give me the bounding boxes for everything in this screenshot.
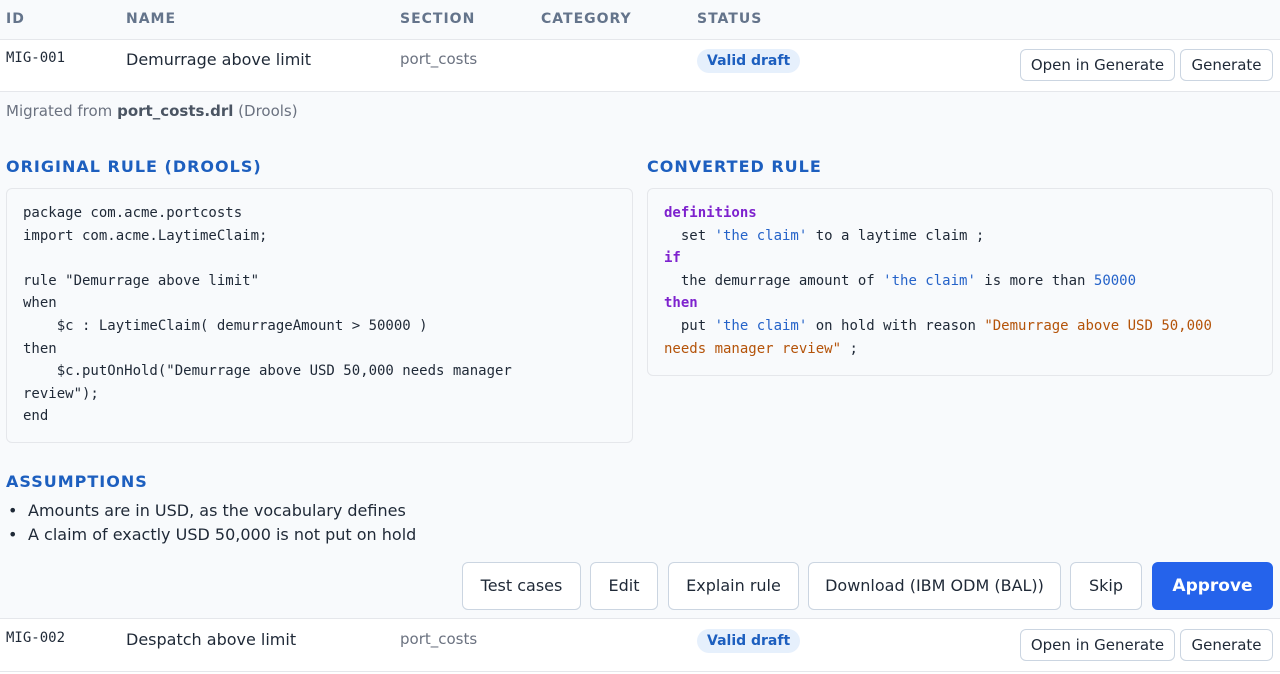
rule-detail-panel: Migrated from port_costs.drl (Drools) OR… bbox=[0, 92, 1280, 619]
code-text: ; bbox=[841, 340, 858, 357]
code-text: on hold with reason bbox=[807, 317, 985, 334]
approve-button[interactable]: Approve bbox=[1152, 562, 1273, 610]
code-reason-string: "Demurrage above USD 50,000 bbox=[984, 317, 1212, 334]
explain-rule-button[interactable]: Explain rule bbox=[668, 562, 799, 610]
table-row[interactable]: MIG-002 Despatch above limit port_costs … bbox=[0, 620, 1280, 672]
rule-id: MIG-001 bbox=[6, 50, 66, 66]
generate-button[interactable]: Generate bbox=[1180, 629, 1273, 661]
migrated-file: port_costs.drl bbox=[117, 102, 234, 120]
original-rule-title: ORIGINAL RULE (DROOLS) bbox=[6, 157, 262, 176]
code-string: 'the claim' bbox=[714, 317, 808, 334]
migrated-prefix: Migrated from bbox=[6, 102, 113, 120]
keyword-definitions: definitions bbox=[664, 205, 757, 221]
code-string: 'the claim' bbox=[714, 227, 808, 244]
edit-button[interactable]: Edit bbox=[590, 562, 658, 610]
column-header-category: CATEGORY bbox=[541, 11, 632, 27]
migrated-suffix: (Drools) bbox=[238, 102, 298, 120]
assumptions-title: ASSUMPTIONS bbox=[6, 472, 148, 491]
code-string: 'the claim' bbox=[883, 272, 976, 289]
column-header-name: NAME bbox=[126, 11, 177, 27]
assumptions-list: Amounts are in USD, as the vocabulary de… bbox=[6, 499, 416, 547]
keyword-if: if bbox=[664, 250, 681, 267]
open-in-generate-button[interactable]: Open in Generate bbox=[1020, 629, 1175, 661]
code-reason-string: needs manager review" bbox=[664, 340, 842, 357]
assumption-item: A claim of exactly USD 50,000 is not put… bbox=[6, 523, 416, 547]
code-text: put bbox=[664, 317, 715, 334]
converted-rule-code: definitions set 'the claim' to a laytime… bbox=[647, 188, 1273, 376]
column-header-status: STATUS bbox=[697, 11, 763, 27]
test-cases-button[interactable]: Test cases bbox=[462, 562, 581, 610]
original-rule-code: package com.acme.portcosts import com.ac… bbox=[6, 188, 633, 443]
column-header-id: ID bbox=[6, 11, 25, 27]
code-text: is more than bbox=[975, 272, 1094, 289]
rule-id: MIG-002 bbox=[6, 630, 66, 646]
status-badge: Valid draft bbox=[697, 49, 801, 73]
column-header-section: SECTION bbox=[400, 11, 476, 27]
rule-section: port_costs bbox=[400, 50, 478, 68]
download-button[interactable]: Download (IBM ODM (BAL)) bbox=[808, 562, 1061, 610]
rule-section: port_costs bbox=[400, 630, 478, 648]
rule-name: Despatch above limit bbox=[126, 630, 297, 649]
code-text: set bbox=[664, 227, 715, 244]
code-text: to a laytime claim ; bbox=[807, 227, 985, 244]
keyword-then: then bbox=[664, 295, 698, 312]
code-number: 50000 bbox=[1093, 272, 1137, 289]
migrated-from: Migrated from port_costs.drl (Drools) bbox=[6, 102, 298, 120]
rule-name: Demurrage above limit bbox=[126, 50, 311, 69]
skip-button[interactable]: Skip bbox=[1070, 562, 1142, 610]
table-row[interactable]: MIG-001 Demurrage above limit port_costs… bbox=[0, 40, 1280, 92]
assumption-item: Amounts are in USD, as the vocabulary de… bbox=[6, 499, 416, 523]
table-header: ID NAME SECTION CATEGORY STATUS bbox=[0, 0, 1280, 40]
open-in-generate-button[interactable]: Open in Generate bbox=[1020, 49, 1175, 81]
generate-button[interactable]: Generate bbox=[1180, 49, 1273, 81]
status-badge: Valid draft bbox=[697, 629, 801, 653]
converted-rule-title: CONVERTED RULE bbox=[647, 157, 822, 176]
code-text: the demurrage amount of bbox=[664, 272, 884, 289]
